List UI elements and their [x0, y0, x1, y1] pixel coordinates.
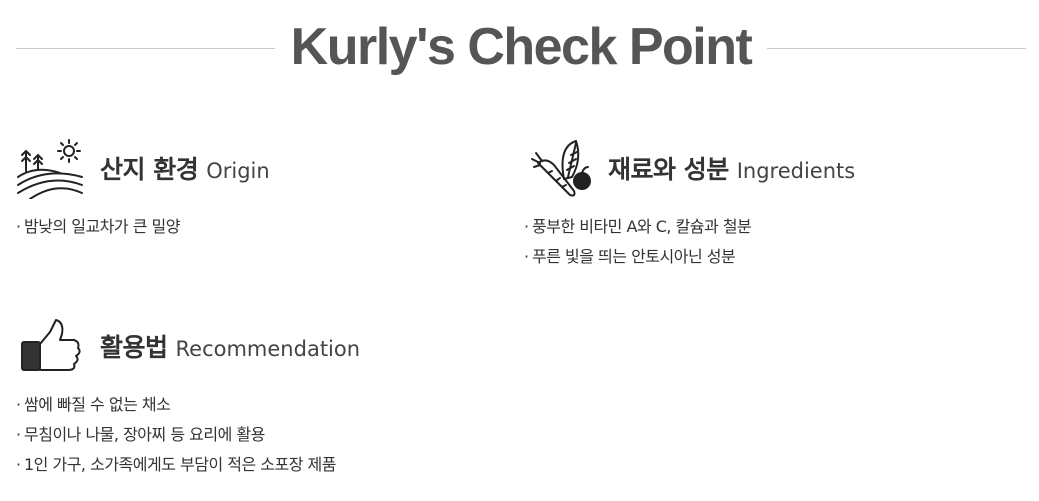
list-item: · 푸른 빛을 띄는 안토시아닌 성분	[524, 247, 736, 266]
list-item: · 밤낮의 일교차가 큰 밀양	[16, 217, 180, 236]
title-divider-left	[16, 47, 275, 49]
section-title: 산지 환경	[100, 155, 199, 184]
item-list: · 밤낮의 일교차가 큰 밀양	[16, 212, 270, 242]
thumbs-up-icon	[16, 316, 86, 376]
section-subtitle: Origin	[206, 159, 270, 183]
section-title: 활용법	[100, 333, 168, 362]
section-title: 재료와 성분	[608, 155, 729, 184]
item-list: · 쌈에 빠질 수 없는 채소 · 무침이나 나물, 장아찌 등 요리에 활용 · 1…	[16, 390, 360, 480]
section-subtitle: Recommendation	[175, 337, 361, 361]
list-item: · 1인 가구, 소가족에게도 부담이 적은 소포장 제품	[16, 455, 336, 474]
page-title: Kurly's Check Point	[290, 18, 753, 76]
list-item: · 풍부한 비타민 A와 C, 칼슘과 철분	[524, 217, 752, 236]
section-header: 활용법 Recommendation	[16, 316, 360, 376]
item-list: · 풍부한 비타민 A와 C, 칼슘과 철분 · 푸른 빛을 띄는 안토시아닌 성분	[524, 212, 855, 272]
section-header: 산지 환경 Origin	[16, 138, 270, 199]
section-recommendation: 활용법 Recommendation · 쌈에 빠질 수 없는 채소 · 무침이나 나…	[16, 316, 360, 480]
list-item: · 쌈에 빠질 수 없는 채소	[16, 395, 171, 414]
title-divider-right	[767, 47, 1026, 49]
section-origin: 산지 환경 Origin · 밤낮의 일교차가 큰 밀양	[16, 138, 270, 242]
section-header: 재료와 성분 Ingredients	[524, 138, 855, 198]
section-ingredients: 재료와 성분 Ingredients · 풍부한 비타민 A와 C, 칼슘과 철분 …	[524, 138, 855, 272]
field-sun-icon	[16, 138, 86, 199]
carrot-beet-icon	[524, 138, 594, 198]
page-title-row: Kurly's Check Point	[16, 14, 1026, 80]
list-item: · 무침이나 나물, 장아찌 등 요리에 활용	[16, 425, 265, 444]
section-subtitle: Ingredients	[736, 159, 856, 183]
